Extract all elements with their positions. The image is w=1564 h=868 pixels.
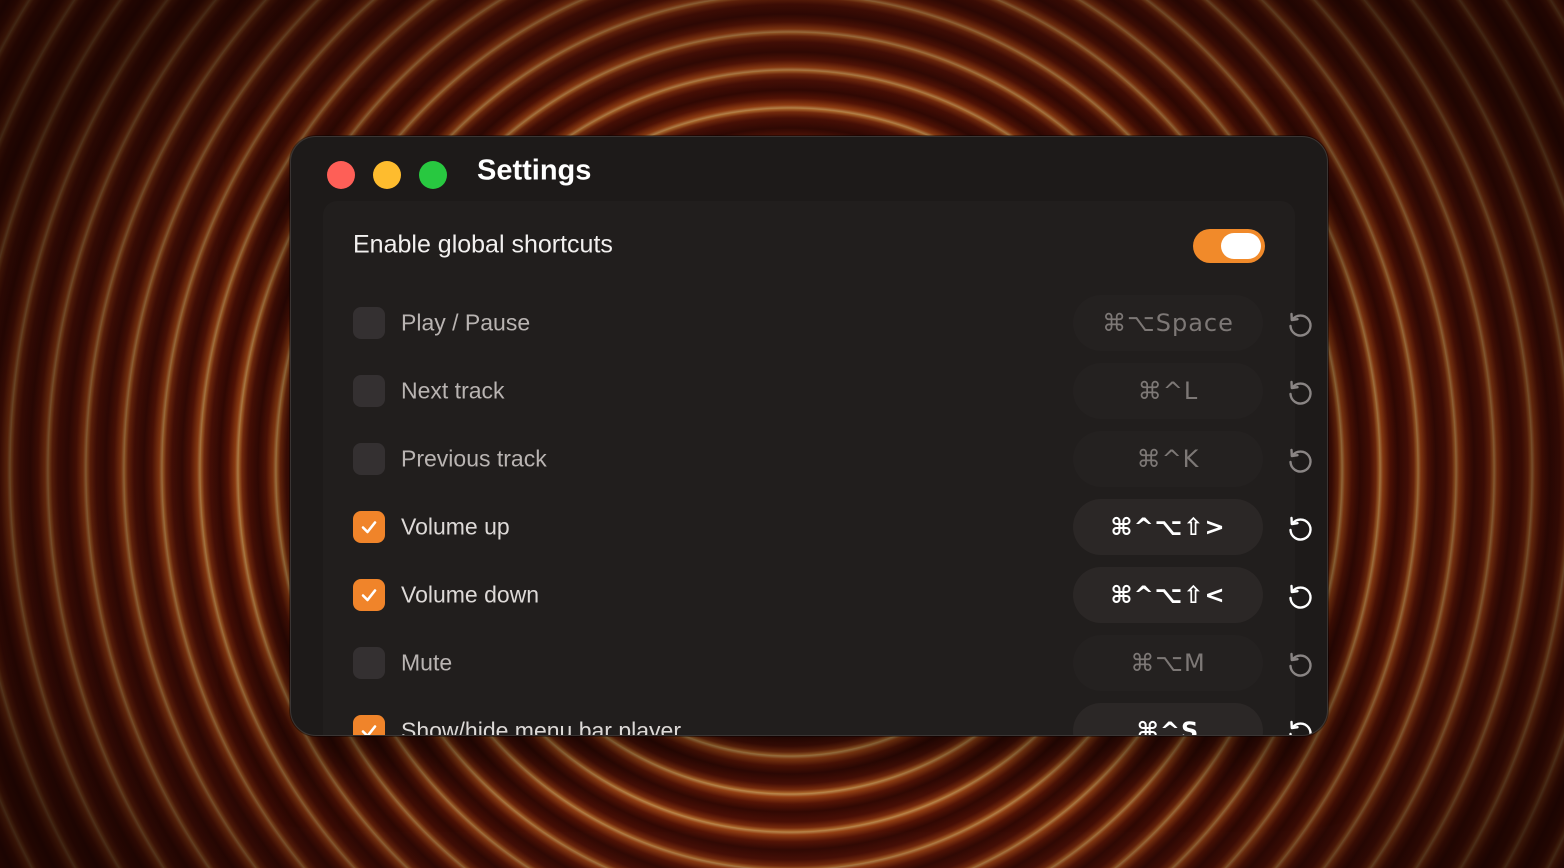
close-window-button[interactable] <box>327 161 355 189</box>
reset-icon[interactable] <box>1285 377 1315 407</box>
shortcut-label: Play / Pause <box>401 309 531 336</box>
toggle-knob <box>1221 233 1261 259</box>
settings-window: Settings Play / Pause ⌘⌥Space Next track ⌘^… <box>290 136 1328 736</box>
titlebar: Settings <box>291 137 1327 203</box>
shortcut-key-field[interactable]: ⌘^K <box>1073 431 1263 487</box>
maximize-window-button[interactable] <box>419 161 447 189</box>
minimize-window-button[interactable] <box>373 161 401 189</box>
shortcut-key-field[interactable]: ⌘⌥Space <box>1073 295 1263 351</box>
shortcut-label: Show/hide menu bar player <box>401 717 681 736</box>
shortcut-label: Next track <box>401 377 505 404</box>
global-shortcuts-toggle[interactable] <box>1193 229 1265 263</box>
reset-icon[interactable] <box>1285 445 1315 475</box>
shortcut-row: Show/hide menu bar player ⌘^S <box>323 697 1312 736</box>
shortcut-key-field[interactable]: ⌘^⌥⇧> <box>1073 499 1263 555</box>
checkmark-icon <box>361 725 377 735</box>
reset-icon[interactable] <box>1285 717 1315 735</box>
shortcut-label: Volume up <box>401 513 510 540</box>
shortcut-checkbox[interactable] <box>353 307 385 339</box>
global-shortcuts-row: Enable global shortcuts <box>323 215 1295 275</box>
shortcut-label: Volume down <box>401 581 540 608</box>
shortcut-key-field[interactable]: ⌘^⌥⇧< <box>1073 567 1263 623</box>
reset-icon[interactable] <box>1285 309 1315 339</box>
shortcut-checkbox[interactable] <box>353 443 385 475</box>
shortcut-checkbox[interactable] <box>353 375 385 407</box>
shortcut-row: Next track ⌘^L <box>323 357 1312 425</box>
shortcut-key-field[interactable]: ⌘^S <box>1073 703 1263 735</box>
checkmark-icon <box>361 589 377 602</box>
reset-icon[interactable] <box>1285 513 1315 543</box>
shortcut-checkbox[interactable] <box>353 647 385 679</box>
shortcuts-panel: Play / Pause ⌘⌥Space Next track ⌘^L Previous… <box>323 201 1312 736</box>
global-shortcuts-label: Enable global shortcuts <box>353 230 613 259</box>
shortcut-row: Volume down ⌘^⌥⇧< <box>323 561 1312 629</box>
shortcut-checkbox[interactable] <box>353 511 385 543</box>
shortcut-row: Play / Pause ⌘⌥Space <box>323 289 1312 357</box>
reset-icon[interactable] <box>1285 581 1315 611</box>
shortcut-checkbox[interactable] <box>353 579 385 611</box>
shortcut-list: Play / Pause ⌘⌥Space Next track ⌘^L Previous… <box>323 201 1312 736</box>
shortcut-row: Previous track ⌘^K <box>323 425 1312 493</box>
shortcut-row: Volume up ⌘^⌥⇧> <box>323 493 1312 561</box>
checkmark-icon <box>361 521 377 534</box>
shortcut-checkbox[interactable] <box>353 715 385 735</box>
window-title: Settings <box>477 154 592 187</box>
shortcut-row: Mute ⌘⌥M <box>323 629 1312 697</box>
shortcut-key-field[interactable]: ⌘^L <box>1073 363 1263 419</box>
shortcut-key-field[interactable]: ⌘⌥M <box>1073 635 1263 691</box>
reset-icon[interactable] <box>1285 649 1315 679</box>
shortcut-label: Mute <box>401 649 453 676</box>
shortcut-label: Previous track <box>401 445 547 472</box>
